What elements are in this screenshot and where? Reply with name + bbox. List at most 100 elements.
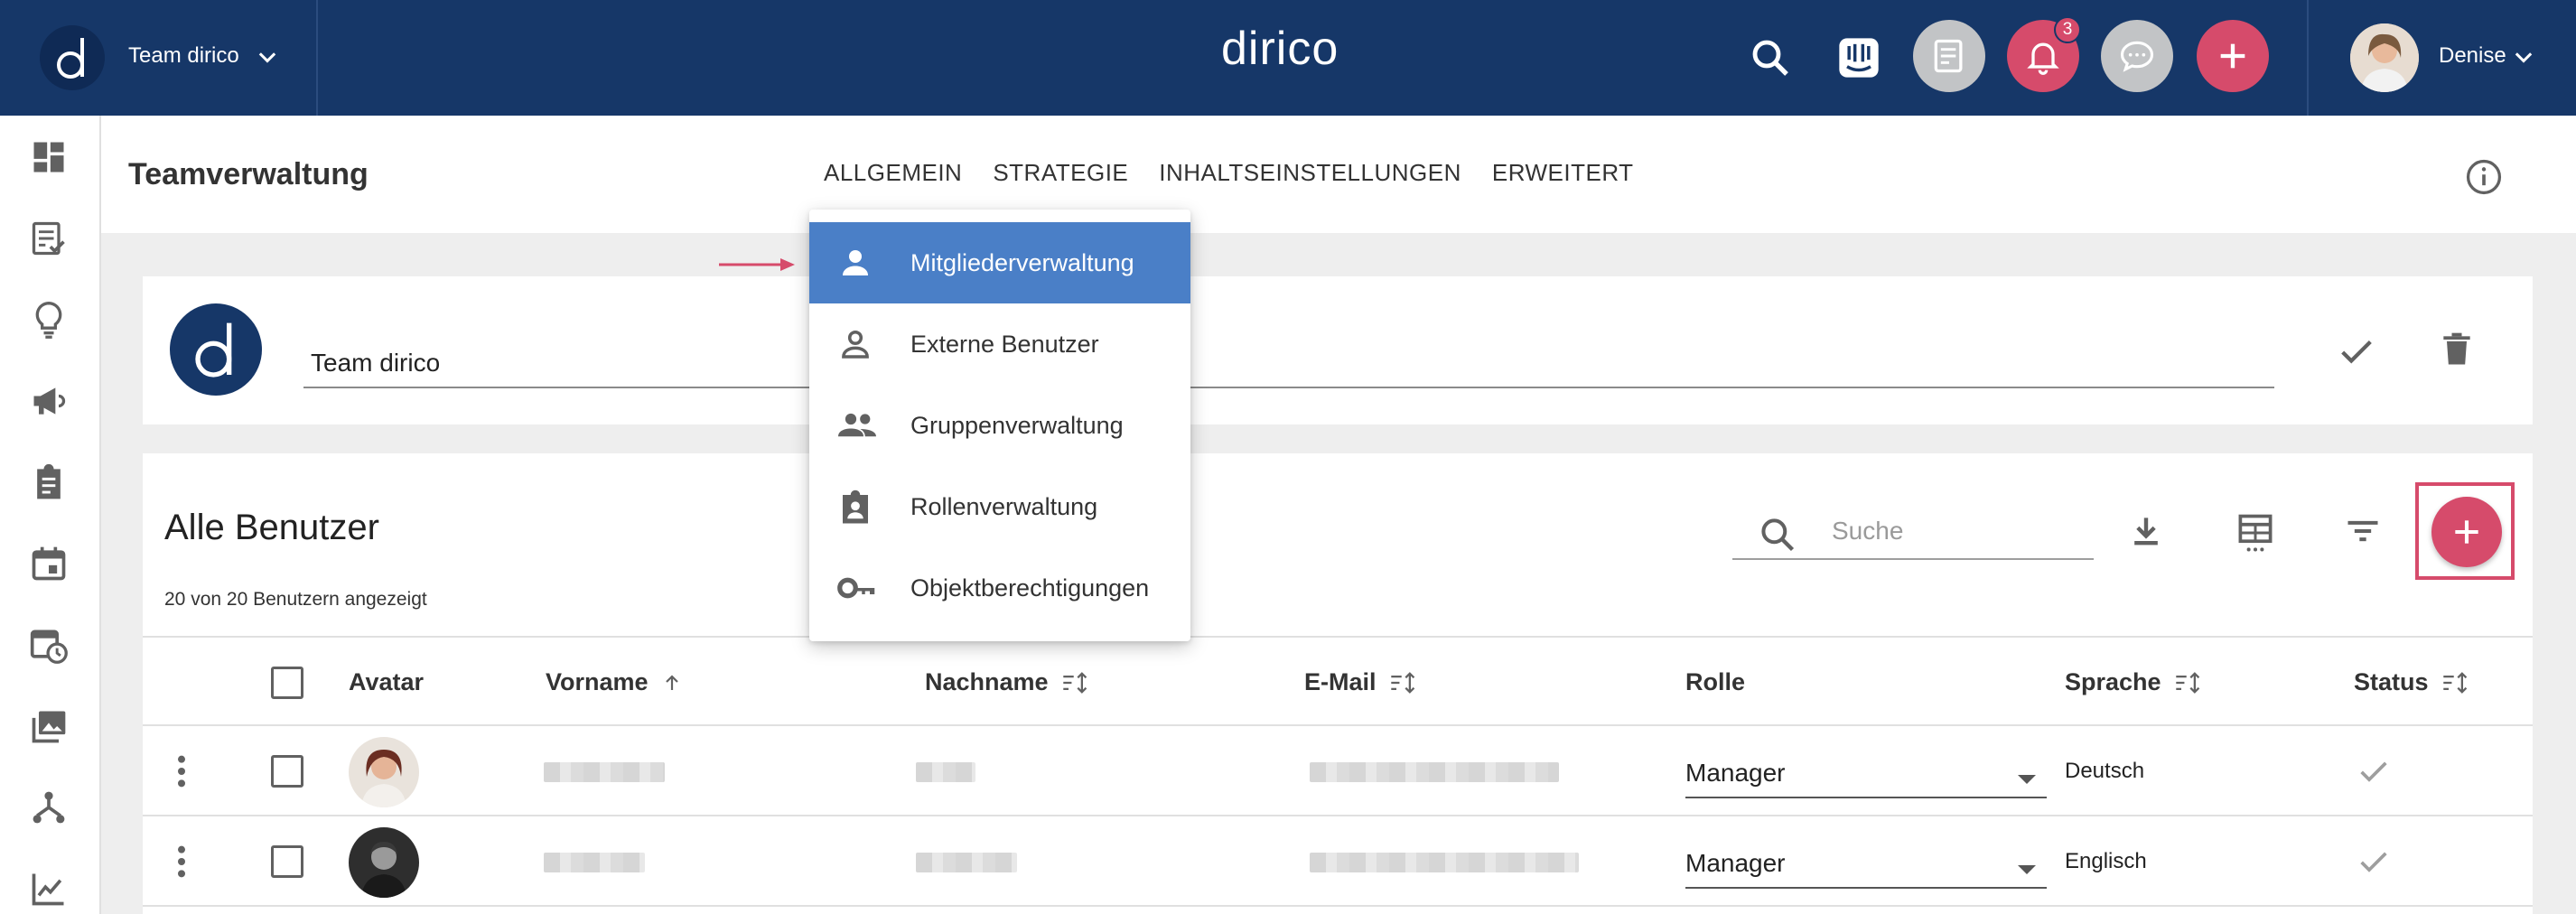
search-icon[interactable] xyxy=(1749,36,1792,79)
filter-icon[interactable] xyxy=(2343,511,2383,551)
download-icon[interactable] xyxy=(2126,511,2166,551)
notes-button[interactable] xyxy=(1913,20,1985,92)
bell-icon xyxy=(2027,42,2059,75)
table-columns-icon[interactable] xyxy=(2235,511,2276,555)
team-name-field-wrap xyxy=(303,341,2274,388)
add-user-button[interactable] xyxy=(2431,497,2502,567)
divider xyxy=(2307,0,2309,116)
person-outline-icon xyxy=(842,330,869,359)
checklist-icon[interactable] xyxy=(29,219,69,258)
dirico-logo-icon xyxy=(40,25,105,90)
chat-button[interactable] xyxy=(2101,20,2173,92)
role-select-value: Manager xyxy=(1685,759,1786,787)
more-vert-icon[interactable] xyxy=(175,753,188,789)
menu-item-label: Rollenverwaltung xyxy=(910,493,1098,520)
column-last-name-label: Nachname xyxy=(925,668,1049,695)
column-avatar: Avatar xyxy=(349,668,425,695)
menu-item-label: Externe Benutzer xyxy=(910,331,1099,358)
users-title: Alle Benutzer xyxy=(164,508,379,547)
tab-erweitert[interactable]: ERWEITERT xyxy=(1492,159,1634,187)
menu-item-rollenverwaltung[interactable]: Rollenverwaltung xyxy=(809,466,1190,547)
role-select[interactable]: Manager xyxy=(1685,844,2047,889)
redacted-last-name xyxy=(916,853,1017,872)
table-row: Manager Deutsch xyxy=(143,726,2533,816)
key-icon xyxy=(837,577,875,599)
brand-logo: dirico xyxy=(1221,23,1339,75)
info-icon[interactable] xyxy=(2464,157,2504,197)
dropdown-arrow-icon xyxy=(2018,865,2036,874)
intercom-icon[interactable] xyxy=(1835,34,1882,81)
tab-strategie[interactable]: STRATEGIE xyxy=(993,159,1128,187)
team-name-input[interactable] xyxy=(303,341,2274,378)
team-name: Team dirico xyxy=(128,43,239,68)
menu-item-mitgliederverwaltung[interactable]: Mitgliederverwaltung xyxy=(809,222,1190,303)
notes-icon xyxy=(1934,39,1963,73)
left-sidebar xyxy=(0,116,101,914)
tab-allgemein[interactable]: ALLGEMEIN xyxy=(824,159,962,187)
calendar-icon[interactable] xyxy=(29,544,69,583)
redacted-first-name xyxy=(544,762,665,782)
create-button[interactable] xyxy=(2197,20,2269,92)
menu-item-label: Mitgliederverwaltung xyxy=(910,249,1134,276)
column-status[interactable]: Status xyxy=(2354,668,2470,696)
megaphone-icon[interactable] xyxy=(29,381,69,421)
check-icon xyxy=(2360,761,2387,782)
notification-badge: 3 xyxy=(2054,16,2081,43)
chevron-down-icon[interactable] xyxy=(2511,45,2536,70)
menu-item-label: Objektberechtigungen xyxy=(910,574,1150,602)
search-input[interactable] xyxy=(1832,517,2085,546)
role-select[interactable]: Manager xyxy=(1685,753,2047,798)
column-language[interactable]: Sprache xyxy=(2065,668,2203,696)
column-language-label: Sprache xyxy=(2065,668,2161,695)
search-icon xyxy=(1761,518,1795,552)
team-logo xyxy=(170,303,262,396)
select-all-checkbox[interactable] xyxy=(271,667,303,699)
clipboard-icon[interactable] xyxy=(29,462,69,502)
plus-icon xyxy=(2220,43,2245,69)
menu-item-objektberechtigungen[interactable]: Objektberechtigungen xyxy=(809,547,1190,629)
users-card: Alle Benutzer 20 von 20 Benutzern angeze… xyxy=(143,453,2533,914)
arrow-up-icon xyxy=(665,674,678,690)
menu-item-gruppenverwaltung[interactable]: Gruppenverwaltung xyxy=(809,385,1190,466)
team-switcher[interactable]: Team dirico xyxy=(0,0,318,116)
row-checkbox[interactable] xyxy=(271,845,303,878)
row-checkbox[interactable] xyxy=(271,755,303,788)
trash-icon[interactable] xyxy=(2437,327,2477,372)
column-first-name[interactable]: Vorname xyxy=(546,668,683,696)
chevron-down-icon xyxy=(258,52,276,63)
tab-inhaltseinstellungen[interactable]: INHALTSEINSTELLUNGEN xyxy=(1159,159,1461,187)
dropdown-arrow-icon xyxy=(2018,775,2036,784)
language-value: Englisch xyxy=(2065,849,2147,873)
language-value: Deutsch xyxy=(2065,759,2145,783)
chart-line-icon[interactable] xyxy=(29,869,69,909)
check-icon[interactable] xyxy=(2336,331,2377,372)
photo-library-icon[interactable] xyxy=(29,706,69,746)
avatar xyxy=(349,827,419,898)
plus-icon xyxy=(2455,520,2478,544)
redacted-email xyxy=(1310,853,1579,872)
lightbulb-icon[interactable] xyxy=(29,300,69,340)
column-last-name[interactable]: Nachname xyxy=(925,668,1090,696)
dirico-logo-icon xyxy=(195,322,232,378)
avatar xyxy=(349,737,419,807)
dashboard-icon[interactable] xyxy=(29,137,69,177)
sort-icon xyxy=(1062,671,1087,694)
column-email[interactable]: E-Mail xyxy=(1304,668,1418,696)
workflow-icon[interactable] xyxy=(29,788,69,827)
redacted-last-name xyxy=(916,762,975,782)
role-select-value: Manager xyxy=(1685,849,1786,877)
calendar-clock-icon[interactable] xyxy=(29,625,69,665)
menu-item-label: Gruppenverwaltung xyxy=(910,412,1124,439)
menu-item-externe-benutzer[interactable]: Externe Benutzer xyxy=(809,303,1190,385)
column-status-label: Status xyxy=(2354,668,2429,695)
sort-icon xyxy=(2175,671,2199,694)
more-vert-icon[interactable] xyxy=(175,844,188,880)
assignment-ind-icon xyxy=(843,490,868,524)
user-name[interactable]: Denise xyxy=(2439,43,2506,69)
user-avatar[interactable] xyxy=(2350,23,2419,92)
tab-bar: ALLGEMEIN STRATEGIE INHALTSEINSTELLUNGEN… xyxy=(824,159,1665,187)
chat-icon xyxy=(2120,41,2154,72)
team-card xyxy=(143,276,2533,424)
column-email-label: E-Mail xyxy=(1304,668,1377,695)
sort-icon xyxy=(2442,671,2467,694)
